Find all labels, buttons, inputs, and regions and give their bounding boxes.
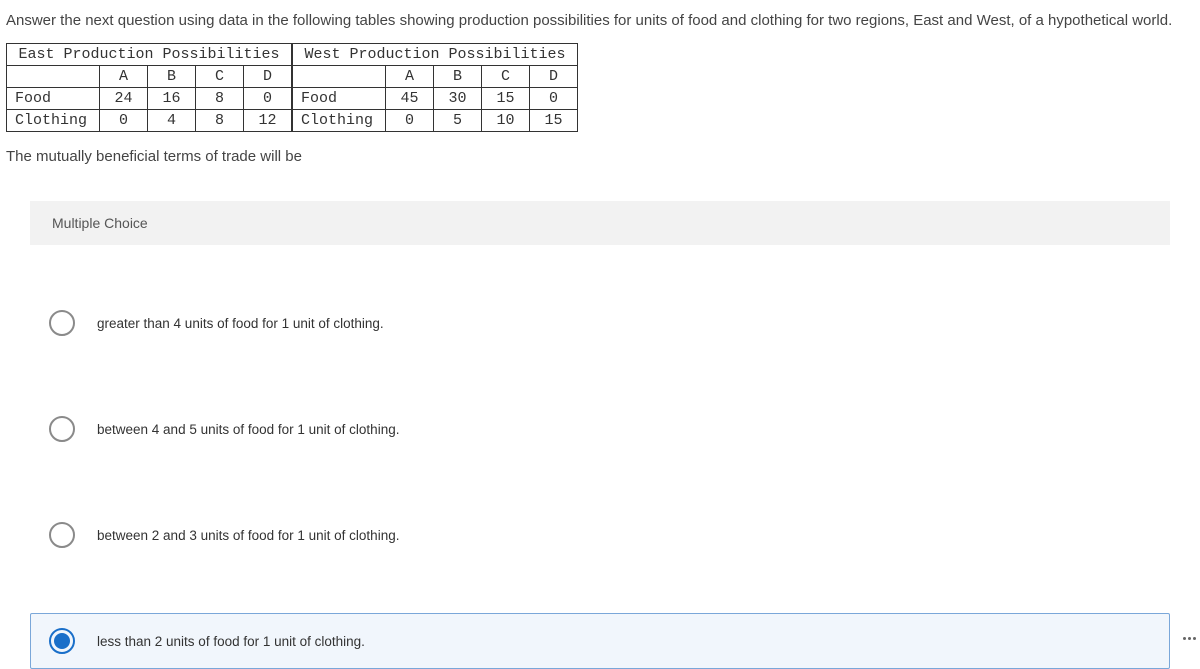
west-row-clothing-label: Clothing (293, 110, 386, 132)
radio-icon[interactable] (49, 416, 75, 442)
west-col-b: B (434, 66, 482, 88)
option-4-label: less than 2 units of food for 1 unit of … (97, 634, 365, 649)
west-food-a: 45 (386, 88, 434, 110)
west-table-title: West Production Possibilities (293, 44, 578, 66)
option-2-label: between 4 and 5 units of food for 1 unit… (97, 422, 399, 437)
west-row-food-label: Food (293, 88, 386, 110)
west-clothing-a: 0 (386, 110, 434, 132)
tables-container: East Production Possibilities A B C D Fo… (0, 43, 1200, 132)
east-col-b: B (148, 66, 196, 88)
east-clothing-b: 4 (148, 110, 196, 132)
option-3[interactable]: between 2 and 3 units of food for 1 unit… (30, 507, 1170, 563)
east-col-d: D (244, 66, 292, 88)
question-text: Answer the next question using data in t… (0, 0, 1200, 43)
east-blank-header (7, 66, 100, 88)
east-row-clothing-label: Clothing (7, 110, 100, 132)
option-2[interactable]: between 4 and 5 units of food for 1 unit… (30, 401, 1170, 457)
east-food-b: 16 (148, 88, 196, 110)
east-row-food-label: Food (7, 88, 100, 110)
east-clothing-c: 8 (196, 110, 244, 132)
table-row: Clothing 0 4 8 12 (7, 110, 292, 132)
option-3-label: between 2 and 3 units of food for 1 unit… (97, 528, 399, 543)
west-table: West Production Possibilities A B C D Fo… (292, 43, 578, 132)
west-blank-header (293, 66, 386, 88)
east-food-d: 0 (244, 88, 292, 110)
west-col-c: C (482, 66, 530, 88)
options-container: greater than 4 units of food for 1 unit … (0, 295, 1200, 669)
west-clothing-d: 15 (530, 110, 578, 132)
west-col-a: A (386, 66, 434, 88)
table-row: Food 24 16 8 0 (7, 88, 292, 110)
option-1[interactable]: greater than 4 units of food for 1 unit … (30, 295, 1170, 351)
west-food-c: 15 (482, 88, 530, 110)
west-food-d: 0 (530, 88, 578, 110)
more-icon[interactable] (1183, 637, 1196, 640)
east-table-title: East Production Possibilities (7, 44, 292, 66)
east-table: East Production Possibilities A B C D Fo… (6, 43, 292, 132)
multiple-choice-header: Multiple Choice (30, 201, 1170, 245)
east-clothing-a: 0 (100, 110, 148, 132)
table-row: Clothing 0 5 10 15 (293, 110, 578, 132)
east-clothing-d: 12 (244, 110, 292, 132)
west-clothing-b: 5 (434, 110, 482, 132)
east-food-a: 24 (100, 88, 148, 110)
west-col-d: D (530, 66, 578, 88)
west-clothing-c: 10 (482, 110, 530, 132)
sub-question-text: The mutually beneficial terms of trade w… (0, 132, 1200, 165)
radio-icon[interactable] (49, 522, 75, 548)
west-food-b: 30 (434, 88, 482, 110)
east-col-c: C (196, 66, 244, 88)
option-1-label: greater than 4 units of food for 1 unit … (97, 316, 384, 331)
option-4[interactable]: less than 2 units of food for 1 unit of … (30, 613, 1170, 669)
radio-icon[interactable] (49, 628, 75, 654)
east-food-c: 8 (196, 88, 244, 110)
radio-icon[interactable] (49, 310, 75, 336)
table-row: Food 45 30 15 0 (293, 88, 578, 110)
east-col-a: A (100, 66, 148, 88)
